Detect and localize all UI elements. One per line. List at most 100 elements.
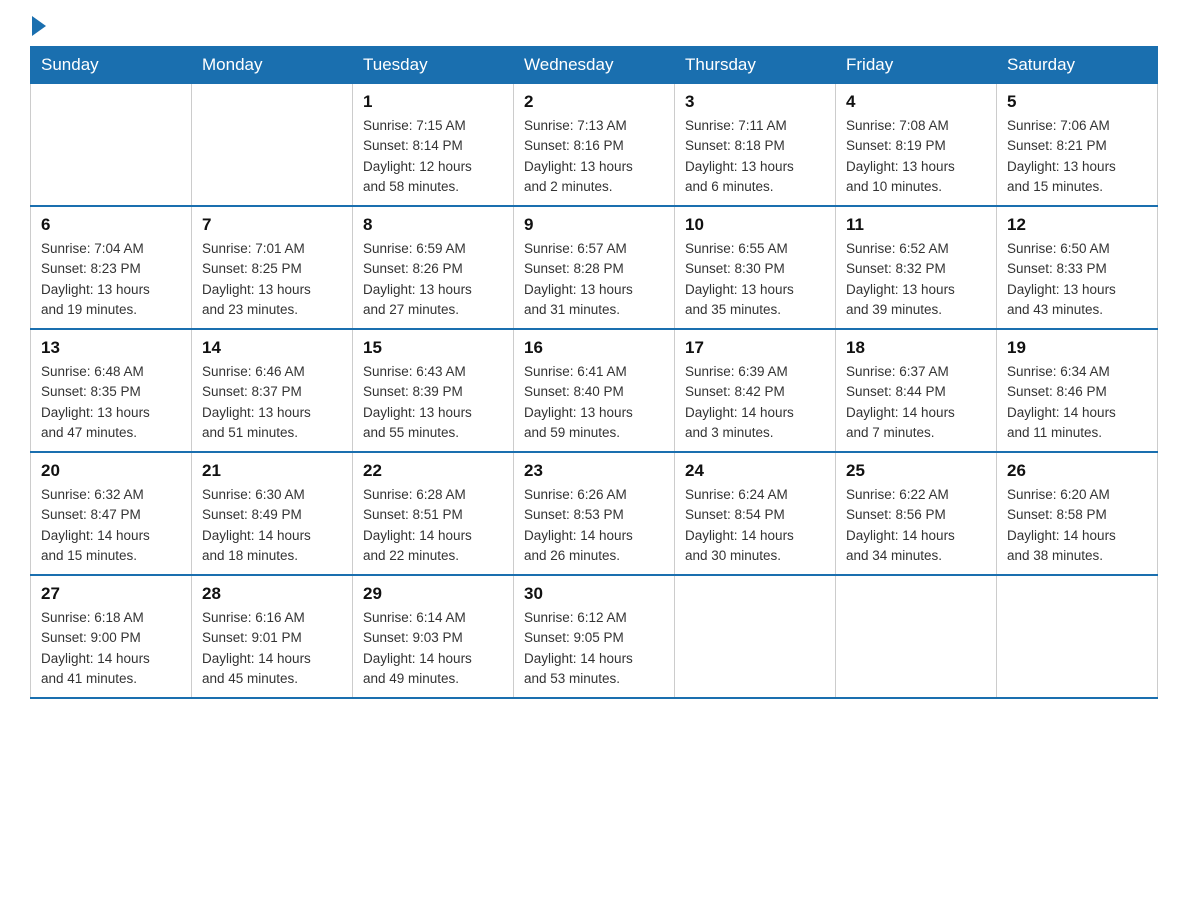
calendar-cell [836, 575, 997, 698]
calendar-table: Sunday Monday Tuesday Wednesday Thursday… [30, 46, 1158, 699]
day-info: Sunrise: 6:57 AM Sunset: 8:28 PM Dayligh… [524, 239, 664, 320]
calendar-cell: 3Sunrise: 7:11 AM Sunset: 8:18 PM Daylig… [675, 84, 836, 207]
day-number: 22 [363, 461, 503, 481]
day-number: 30 [524, 584, 664, 604]
header-friday: Friday [836, 47, 997, 84]
day-info: Sunrise: 6:55 AM Sunset: 8:30 PM Dayligh… [685, 239, 825, 320]
day-info: Sunrise: 7:15 AM Sunset: 8:14 PM Dayligh… [363, 116, 503, 197]
day-info: Sunrise: 6:41 AM Sunset: 8:40 PM Dayligh… [524, 362, 664, 443]
day-number: 24 [685, 461, 825, 481]
page-header [30, 20, 1158, 36]
day-number: 15 [363, 338, 503, 358]
calendar-cell: 9 Sunrise: 6:57 AM Sunset: 8:28 PM Daylig… [514, 206, 675, 329]
day-number: 1 [363, 92, 503, 112]
calendar-cell [997, 575, 1158, 698]
calendar-cell: 30 Sunrise: 6:12 AM Sunset: 9:05 PM Dayli… [514, 575, 675, 698]
day-info: Sunrise: 6:50 AM Sunset: 8:33 PM Dayligh… [1007, 239, 1147, 320]
day-info: Sunrise: 6:18 AM Sunset: 9:00 PM Dayligh… [41, 608, 181, 689]
day-info: Sunrise: 6:22 AM Sunset: 8:56 PM Dayligh… [846, 485, 986, 566]
day-number: 4 [846, 92, 986, 112]
calendar-cell: 24 Sunrise: 6:24 AM Sunset: 8:54 PM Dayli… [675, 452, 836, 575]
logo-arrow-icon [32, 16, 46, 36]
calendar-cell: 22 Sunrise: 6:28 AM Sunset: 8:51 PM Dayli… [353, 452, 514, 575]
calendar-body: 1 Sunrise: 7:15 AM Sunset: 8:14 PM Daylig… [31, 84, 1158, 699]
day-number: 13 [41, 338, 181, 358]
day-info: Sunrise: 6:37 AM Sunset: 8:44 PM Dayligh… [846, 362, 986, 443]
day-number: 12 [1007, 215, 1147, 235]
day-info: Sunrise: 6:24 AM Sunset: 8:54 PM Dayligh… [685, 485, 825, 566]
day-number: 26 [1007, 461, 1147, 481]
calendar-week-row: 27 Sunrise: 6:18 AM Sunset: 9:00 PM Dayli… [31, 575, 1158, 698]
day-info: Sunrise: 6:20 AM Sunset: 8:58 PM Dayligh… [1007, 485, 1147, 566]
calendar-cell: 7 Sunrise: 7:01 AM Sunset: 8:25 PM Daylig… [192, 206, 353, 329]
calendar-cell: 21 Sunrise: 6:30 AM Sunset: 8:49 PM Dayli… [192, 452, 353, 575]
day-number: 9 [524, 215, 664, 235]
day-info: Sunrise: 6:26 AM Sunset: 8:53 PM Dayligh… [524, 485, 664, 566]
calendar-cell [192, 84, 353, 207]
day-info: Sunrise: 6:12 AM Sunset: 9:05 PM Dayligh… [524, 608, 664, 689]
calendar-week-row: 20 Sunrise: 6:32 AM Sunset: 8:47 PM Dayli… [31, 452, 1158, 575]
day-number: 29 [363, 584, 503, 604]
calendar-cell: 16 Sunrise: 6:41 AM Sunset: 8:40 PM Dayli… [514, 329, 675, 452]
header-wednesday: Wednesday [514, 47, 675, 84]
day-info: Sunrise: 7:08 AM Sunset: 8:19 PM Dayligh… [846, 116, 986, 197]
header-thursday: Thursday [675, 47, 836, 84]
day-number: 18 [846, 338, 986, 358]
day-info: Sunrise: 6:43 AM Sunset: 8:39 PM Dayligh… [363, 362, 503, 443]
day-number: 2 [524, 92, 664, 112]
day-info: Sunrise: 7:04 AM Sunset: 8:23 PM Dayligh… [41, 239, 181, 320]
day-number: 10 [685, 215, 825, 235]
calendar-cell: 1 Sunrise: 7:15 AM Sunset: 8:14 PM Daylig… [353, 84, 514, 207]
day-info: Sunrise: 6:30 AM Sunset: 8:49 PM Dayligh… [202, 485, 342, 566]
day-number: 14 [202, 338, 342, 358]
calendar-cell: 2Sunrise: 7:13 AM Sunset: 8:16 PM Daylig… [514, 84, 675, 207]
calendar-cell: 11 Sunrise: 6:52 AM Sunset: 8:32 PM Dayli… [836, 206, 997, 329]
weekday-header-row: Sunday Monday Tuesday Wednesday Thursday… [31, 47, 1158, 84]
day-info: Sunrise: 6:52 AM Sunset: 8:32 PM Dayligh… [846, 239, 986, 320]
calendar-cell: 15 Sunrise: 6:43 AM Sunset: 8:39 PM Dayli… [353, 329, 514, 452]
calendar-cell [675, 575, 836, 698]
logo [30, 20, 46, 36]
day-number: 6 [41, 215, 181, 235]
calendar-cell: 18 Sunrise: 6:37 AM Sunset: 8:44 PM Dayli… [836, 329, 997, 452]
calendar-week-row: 1 Sunrise: 7:15 AM Sunset: 8:14 PM Daylig… [31, 84, 1158, 207]
header-monday: Monday [192, 47, 353, 84]
day-number: 19 [1007, 338, 1147, 358]
day-number: 21 [202, 461, 342, 481]
day-info: Sunrise: 6:39 AM Sunset: 8:42 PM Dayligh… [685, 362, 825, 443]
calendar-cell: 12 Sunrise: 6:50 AM Sunset: 8:33 PM Dayli… [997, 206, 1158, 329]
day-number: 27 [41, 584, 181, 604]
day-number: 16 [524, 338, 664, 358]
day-number: 5 [1007, 92, 1147, 112]
calendar-cell: 26 Sunrise: 6:20 AM Sunset: 8:58 PM Dayli… [997, 452, 1158, 575]
day-number: 7 [202, 215, 342, 235]
calendar-cell: 8Sunrise: 6:59 AM Sunset: 8:26 PM Daylig… [353, 206, 514, 329]
calendar-cell: 14Sunrise: 6:46 AM Sunset: 8:37 PM Dayli… [192, 329, 353, 452]
day-info: Sunrise: 6:16 AM Sunset: 9:01 PM Dayligh… [202, 608, 342, 689]
day-info: Sunrise: 6:28 AM Sunset: 8:51 PM Dayligh… [363, 485, 503, 566]
calendar-cell: 10 Sunrise: 6:55 AM Sunset: 8:30 PM Dayli… [675, 206, 836, 329]
calendar-cell: 28 Sunrise: 6:16 AM Sunset: 9:01 PM Dayli… [192, 575, 353, 698]
calendar-cell: 5Sunrise: 7:06 AM Sunset: 8:21 PM Daylig… [997, 84, 1158, 207]
calendar-cell: 4 Sunrise: 7:08 AM Sunset: 8:19 PM Daylig… [836, 84, 997, 207]
day-number: 17 [685, 338, 825, 358]
header-tuesday: Tuesday [353, 47, 514, 84]
day-info: Sunrise: 6:32 AM Sunset: 8:47 PM Dayligh… [41, 485, 181, 566]
day-info: Sunrise: 7:11 AM Sunset: 8:18 PM Dayligh… [685, 116, 825, 197]
calendar-cell: 25 Sunrise: 6:22 AM Sunset: 8:56 PM Dayli… [836, 452, 997, 575]
calendar-week-row: 13Sunrise: 6:48 AM Sunset: 8:35 PM Dayli… [31, 329, 1158, 452]
calendar-cell: 6 Sunrise: 7:04 AM Sunset: 8:23 PM Daylig… [31, 206, 192, 329]
day-number: 25 [846, 461, 986, 481]
header-sunday: Sunday [31, 47, 192, 84]
calendar-cell: 29 Sunrise: 6:14 AM Sunset: 9:03 PM Dayli… [353, 575, 514, 698]
day-number: 28 [202, 584, 342, 604]
day-info: Sunrise: 6:34 AM Sunset: 8:46 PM Dayligh… [1007, 362, 1147, 443]
day-info: Sunrise: 6:14 AM Sunset: 9:03 PM Dayligh… [363, 608, 503, 689]
day-number: 20 [41, 461, 181, 481]
day-number: 23 [524, 461, 664, 481]
day-number: 11 [846, 215, 986, 235]
calendar-cell: 20 Sunrise: 6:32 AM Sunset: 8:47 PM Dayli… [31, 452, 192, 575]
day-info: Sunrise: 6:59 AM Sunset: 8:26 PM Dayligh… [363, 239, 503, 320]
calendar-cell: 17 Sunrise: 6:39 AM Sunset: 8:42 PM Dayli… [675, 329, 836, 452]
day-info: Sunrise: 7:01 AM Sunset: 8:25 PM Dayligh… [202, 239, 342, 320]
